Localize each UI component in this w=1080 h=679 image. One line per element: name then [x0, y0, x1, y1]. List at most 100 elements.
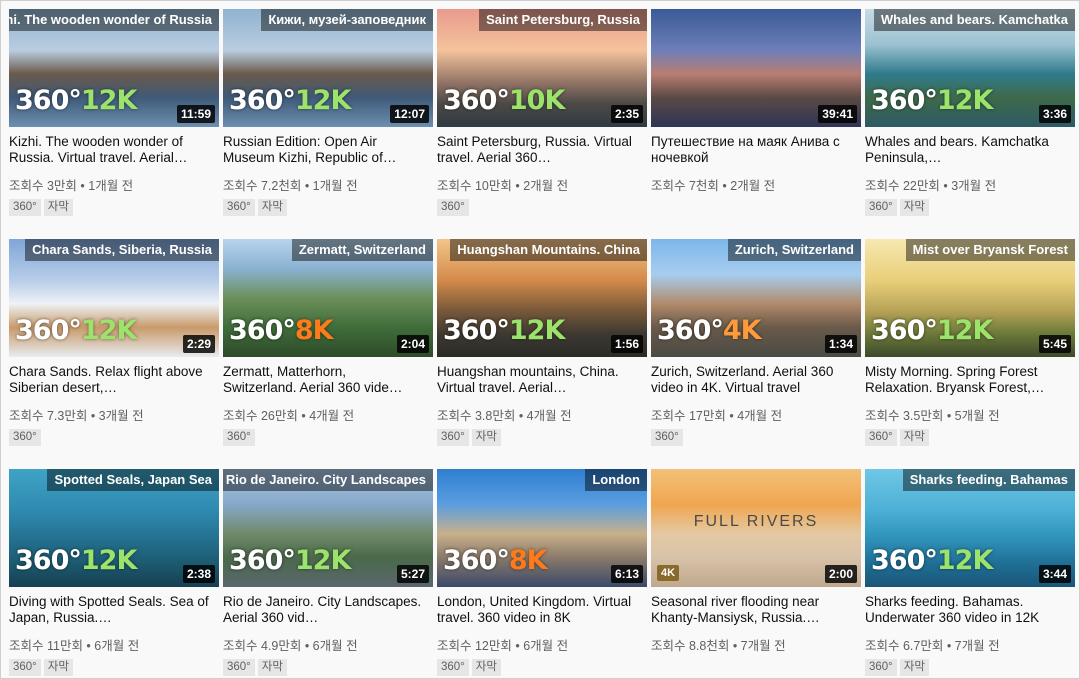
badge-subtitles: 자막 [257, 659, 287, 676]
video-title-link[interactable]: Seasonal river flooding near Khanty-Mans… [651, 594, 851, 626]
overlay-resolution-text: 12K [80, 315, 137, 346]
video-metadata: 조회수 17만회 • 4개월 전 [651, 409, 783, 423]
thumbnail-4k-badge: 4K [657, 565, 680, 581]
overlay-resolution-text: 12K [936, 315, 993, 346]
video-thumbnail[interactable]: London 360°8K 6:13 [437, 469, 647, 587]
thumbnail-title-banner: Chara Sands, Siberia, Russia [25, 239, 219, 261]
video-title-link[interactable]: Zurich, Switzerland. Aerial 360 video in… [651, 364, 851, 396]
video-card[interactable]: Sharks feeding. Bahamas 360°12K 3:44 Sharks… [865, 469, 1075, 678]
video-badges: 360° 자막 [865, 427, 932, 446]
badge-360: 360° [223, 659, 255, 676]
badge-360: 360° [9, 429, 41, 446]
video-card[interactable]: Huangshan Mountains. China 360°12K 1:56 Hua… [437, 239, 647, 459]
video-thumbnail[interactable]: Zermatt, Switzerland 360°8K 2:04 [223, 239, 433, 357]
video-badges: 360° 자막 [437, 427, 504, 446]
overlay-360-text: 360° [443, 85, 510, 116]
video-card[interactable]: 39:41 Путешествие на маяк Анива с ночевко… [651, 9, 861, 229]
badge-360: 360° [437, 659, 469, 676]
video-title-link[interactable]: Zermatt, Matterhorn, Switzerland. Aerial… [223, 364, 423, 396]
duration-badge: 12:07 [390, 105, 429, 123]
thumbnail-title-banner: Huangshan Mountains. China [450, 239, 647, 261]
video-card[interactable]: Chara Sands, Siberia, Russia 360°12K 2:29 C… [9, 239, 219, 459]
video-card[interactable]: Zermatt, Switzerland 360°8K 2:04 Zermatt, M… [223, 239, 433, 459]
duration-badge: 3:44 [1038, 565, 1071, 583]
video-thumbnail[interactable]: Mist over Bryansk Forest 360°12K 5:45 [865, 239, 1075, 357]
video-title-link[interactable]: Rio de Janeiro. City Landscapes. Aerial … [223, 594, 423, 626]
video-card[interactable]: Rio de Janeiro. City Landscapes 360°12K 5:… [223, 469, 433, 678]
overlay-resolution-text: 10K [508, 85, 565, 116]
video-thumbnail[interactable]: Кижи, музей-заповедник 360°12K 12:07 [223, 9, 433, 127]
thumbnail-title-banner: Sharks feeding. Bahamas [902, 469, 1075, 491]
overlay-resolution-text: 12K [80, 545, 137, 576]
video-card[interactable]: Spotted Seals, Japan Sea 360°12K 2:38 Divin… [9, 469, 219, 678]
video-thumbnail[interactable]: FULL RIVERS 4K 2:00 [651, 469, 861, 587]
video-card[interactable]: London 360°8K 6:13 London, United Kingdom. … [437, 469, 647, 678]
thumbnail-title-banner: Spotted Seals, Japan Sea [47, 469, 219, 491]
overlay-resolution-text: 8K [294, 315, 334, 346]
duration-badge: 2:35 [610, 105, 643, 123]
thumbnail-title-banner: Zurich, Switzerland [727, 239, 861, 261]
video-title-link[interactable]: London, United Kingdom. Virtual travel. … [437, 594, 637, 626]
video-title-link[interactable]: Sharks feeding. Bahamas. Underwater 360 … [865, 594, 1065, 626]
video-title-link[interactable]: Misty Morning. Spring Forest Relaxation.… [865, 364, 1065, 396]
video-card[interactable]: Whales and bears. Kamchatka 360°12K 3:36 Wh… [865, 9, 1075, 229]
video-thumbnail[interactable]: Zurich, Switzerland 360°4K 1:34 [651, 239, 861, 357]
duration-badge: 2:04 [396, 335, 429, 353]
video-card[interactable]: Zurich, Switzerland 360°4K 1:34 Zurich, Swi… [651, 239, 861, 459]
video-title-link[interactable]: Russian Edition: Open Air Museum Kizhi, … [223, 134, 423, 166]
badge-subtitles: 자막 [43, 659, 73, 676]
overlay-resolution-text: 12K [508, 315, 565, 346]
badge-360: 360° [865, 199, 897, 216]
video-badges: 360° 자막 [223, 657, 290, 676]
video-title-link[interactable]: Путешествие на маяк Анива с ночевкой [651, 134, 851, 166]
badge-subtitles: 자막 [471, 659, 501, 676]
badge-360: 360° [9, 659, 41, 676]
video-metadata: 조회수 6.7만회 • 7개월 전 [865, 639, 1000, 653]
video-title-link[interactable]: Huangshan mountains, China. Virtual trav… [437, 364, 637, 396]
overlay-360-text: 360° [229, 545, 296, 576]
overlay-360-text: 360° [15, 315, 82, 346]
duration-badge: 11:59 [176, 105, 215, 123]
video-metadata: 조회수 3만회 • 1개월 전 [9, 179, 134, 193]
video-thumbnail[interactable]: Huangshan Mountains. China 360°12K 1:56 [437, 239, 647, 357]
badge-360: 360° [223, 199, 255, 216]
badge-360: 360° [651, 429, 683, 446]
video-metadata: 조회수 26만회 • 4개월 전 [223, 409, 355, 423]
duration-badge: 6:13 [610, 565, 643, 583]
overlay-360-text: 360° [15, 85, 82, 116]
video-thumbnail[interactable]: Sharks feeding. Bahamas 360°12K 3:44 [865, 469, 1075, 587]
video-metadata: 조회수 12만회 • 6개월 전 [437, 639, 569, 653]
thumbnail-title-banner: Mist over Bryansk Forest [905, 239, 1075, 261]
thumbnail-360-resolution-label: 360°12K [871, 85, 993, 116]
overlay-resolution-text: 12K [80, 85, 137, 116]
video-card[interactable]: Kizhi. The wooden wonder of Russia360°12… [9, 9, 219, 229]
thumbnail-360-resolution-label: 360°12K [229, 545, 351, 576]
overlay-resolution-text: 8K [508, 545, 548, 576]
thumbnail-title-banner: Кижи, музей-заповедник [261, 9, 433, 31]
overlay-360-text: 360° [443, 545, 510, 576]
video-card[interactable]: Saint Petersburg, Russia 360°10K 2:35 Saint… [437, 9, 647, 229]
video-badges: 360° 자막 [9, 197, 76, 216]
video-title-link[interactable]: Chara Sands. Relax flight above Siberian… [9, 364, 209, 396]
video-thumbnail[interactable]: Chara Sands, Siberia, Russia 360°12K 2:29 [9, 239, 219, 357]
video-thumbnail[interactable]: Saint Petersburg, Russia 360°10K 2:35 [437, 9, 647, 127]
video-title-link[interactable]: Diving with Spotted Seals. Sea of Japan,… [9, 594, 209, 626]
video-thumbnail[interactable]: Rio de Janeiro. City Landscapes 360°12K 5:… [223, 469, 433, 587]
thumbnail-360-resolution-label: 360°12K [443, 315, 565, 346]
video-title-link[interactable]: Saint Petersburg, Russia. Virtual travel… [437, 134, 637, 166]
video-title-link[interactable]: Kizhi. The wooden wonder of Russia. Virt… [9, 134, 209, 166]
video-title-link[interactable]: Whales and bears. Kamchatka Peninsula,… [865, 134, 1065, 166]
video-thumbnail[interactable]: Spotted Seals, Japan Sea 360°12K 2:38 [9, 469, 219, 587]
duration-badge: 39:41 [818, 105, 857, 123]
badge-subtitles: 자막 [899, 199, 929, 216]
video-thumbnail[interactable]: Kizhi. The wooden wonder of Russia 360°12… [9, 9, 219, 127]
video-thumbnail[interactable]: Whales and bears. Kamchatka 360°12K 3:36 [865, 9, 1075, 127]
video-card[interactable]: Mist over Bryansk Forest 360°12K 5:45 Misty… [865, 239, 1075, 459]
video-card[interactable]: FULL RIVERS 4K 2:00 Seasonal river flooding… [651, 469, 861, 678]
video-card[interactable]: Кижи, музей-заповедник 360°12K 12:07 Russia… [223, 9, 433, 229]
badge-subtitles: 자막 [257, 199, 287, 216]
overlay-resolution-text: 12K [294, 545, 351, 576]
video-badges: 360° 자막 [437, 657, 504, 676]
video-thumbnail[interactable]: 39:41 [651, 9, 861, 127]
thumbnail-360-resolution-label: 360°12K [871, 315, 993, 346]
